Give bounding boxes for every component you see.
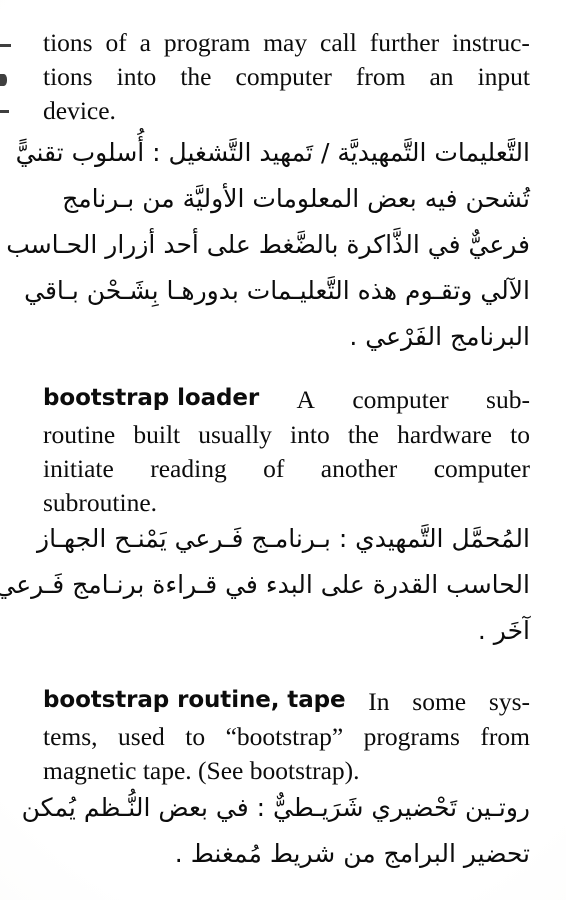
word: built: [133, 420, 181, 449]
text-line: routine built usually into the hardware …: [43, 420, 530, 450]
arabic-line: تحضير البرامج من شريط مُمغنط .: [174, 839, 530, 868]
word: programs: [363, 722, 460, 751]
word: into: [116, 62, 157, 91]
text-line: tions into the computer from an input: [43, 62, 530, 92]
word: “bootstrap”: [225, 722, 344, 751]
page-surface: tions of a program may call further inst…: [0, 0, 566, 900]
arabic-line: تُشحن فيه بعض المعلومات الأوليَّة من بـر…: [62, 184, 530, 213]
text-line: tions of a program may call further inst…: [43, 28, 530, 58]
word: some: [412, 687, 467, 716]
word: used: [118, 722, 165, 751]
text-line: magnetic tape. (See bootstrap).: [43, 756, 360, 785]
arabic-line: البرنامج الفَرْعي .: [349, 322, 530, 351]
word: In: [368, 687, 390, 716]
word: tions: [43, 28, 93, 57]
word: of: [263, 454, 285, 483]
text-line: device.: [43, 96, 116, 125]
word: a: [139, 28, 151, 57]
word: to: [185, 722, 206, 751]
word: input: [477, 62, 530, 91]
word: computer: [235, 62, 332, 91]
word: an: [429, 62, 454, 91]
arabic-line: الآلي وتقـوم هذه التَّعليـمات بدورهـا بِ…: [24, 276, 530, 305]
text-line: initiate reading of another computer: [43, 454, 530, 484]
word: computer: [433, 454, 530, 483]
word: another: [320, 454, 398, 483]
word: tions: [43, 62, 93, 91]
edge-ink-fragment: [0, 110, 9, 113]
word: call: [320, 28, 357, 57]
arabic-line: التَّعليمات التَّمهيديَّة / تَمهيد التَّ…: [15, 138, 530, 167]
word: tems,: [43, 722, 98, 751]
word: routine: [43, 420, 116, 449]
arabic-line: روتـين تَحْضيري شَرَيـطيٌّ : في بعض النُ…: [21, 793, 530, 822]
word: the: [180, 62, 212, 91]
word: into: [290, 420, 330, 449]
word: of: [105, 28, 127, 57]
edge-ink-fragment: [0, 74, 7, 86]
word: instruc-: [452, 28, 530, 57]
arabic-line: فرعيٌّ في الذَّاكرة بالضَّغط على أحد أزر…: [6, 230, 530, 259]
arabic-line: المُحمَّل التَّمهيدي : بـرنامـج فَـرعي ي…: [37, 524, 530, 553]
word: initiate: [43, 454, 114, 483]
word: sub-: [486, 385, 530, 414]
headword-bootstrap-loader[interactable]: bootstrap loader: [43, 385, 259, 415]
word: program: [163, 28, 251, 57]
word: usually: [198, 420, 272, 449]
word: the: [347, 420, 379, 449]
word: A: [296, 385, 315, 414]
word: computer: [352, 385, 449, 414]
word: reading: [150, 454, 227, 483]
entry-headline: bootstrap loader A computer sub-: [43, 385, 530, 415]
word: sys-: [488, 687, 530, 716]
entry-headline: bootstrap routine, tape In some sys-: [43, 687, 530, 717]
word: to: [510, 420, 530, 449]
word: hardware: [397, 420, 492, 449]
arabic-line: الحاسب القدرة على البدء في قـراءة برنـام…: [0, 570, 530, 599]
text-line: tems, used to “bootstrap” programs from: [43, 722, 530, 752]
word: from: [355, 62, 406, 91]
arabic-line: آخَر .: [477, 616, 530, 645]
text-column: tions of a program may call further inst…: [0, 0, 530, 900]
word: may: [263, 28, 308, 57]
text-line: subroutine.: [43, 488, 158, 517]
word: from: [480, 722, 530, 751]
headword-bootstrap-routine-tape[interactable]: bootstrap routine, tape: [43, 687, 346, 717]
edge-ink-fragment: [0, 44, 11, 47]
word: further: [369, 28, 440, 57]
